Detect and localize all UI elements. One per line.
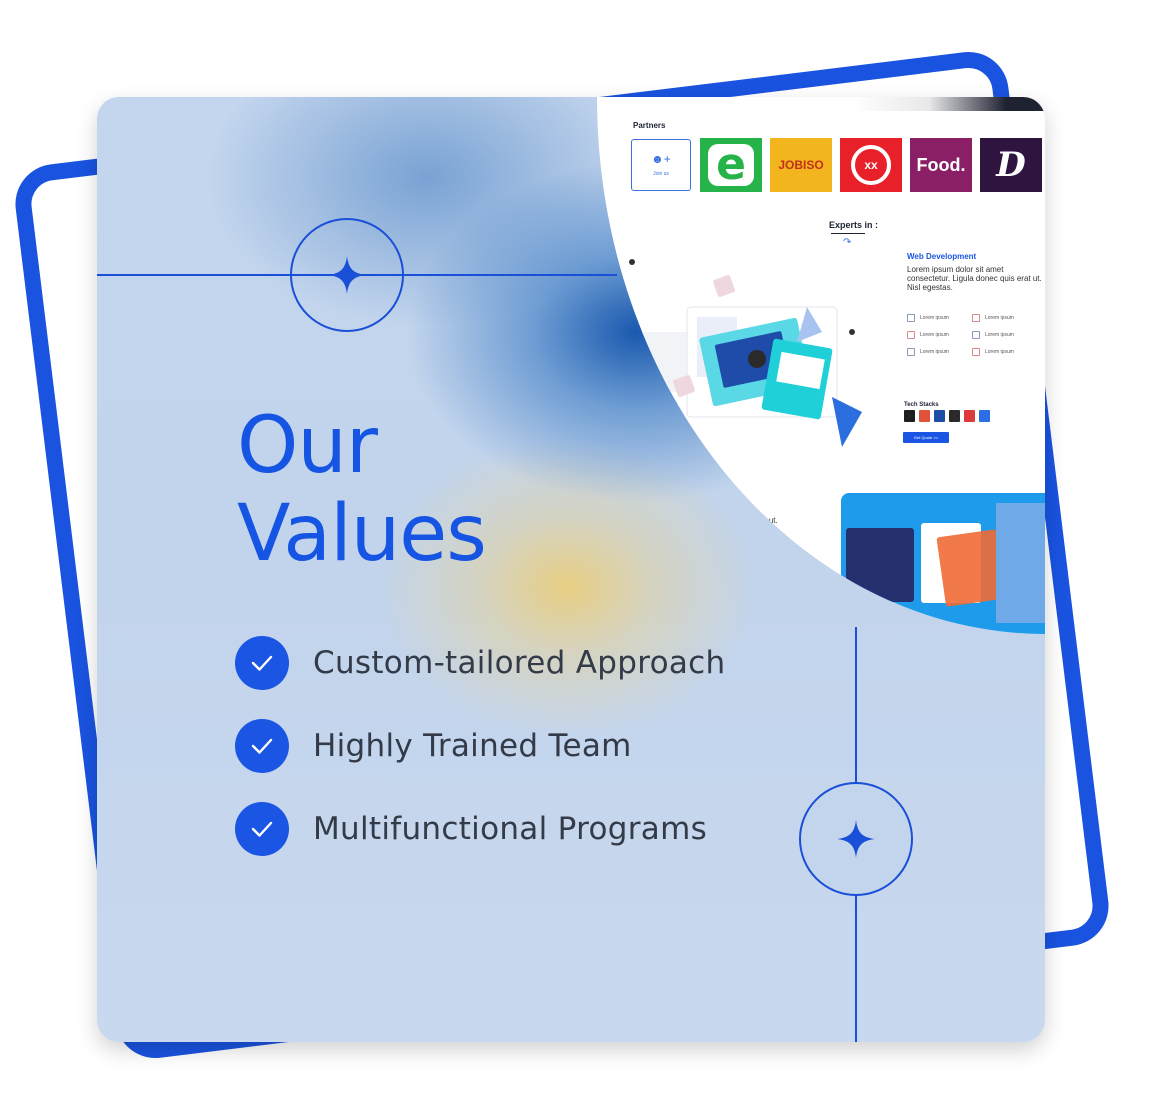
plus-icon <box>979 410 990 422</box>
tailwind-icon <box>949 410 960 422</box>
tech-stacks-label: Tech Stacks <box>904 402 939 408</box>
design-card <box>996 503 1045 623</box>
experts-label: Experts in : <box>829 220 879 230</box>
values-graphic: Partners ☻+ Join us e JOBISO xx Food. D … <box>0 0 1168 1093</box>
checkmark-icon <box>235 635 289 690</box>
list-item: Lorem ipsum <box>972 313 1037 322</box>
sparkle-star-icon <box>328 256 366 294</box>
title-line-2: Values <box>237 489 487 579</box>
web-development-illustration <box>627 259 862 447</box>
tech-stack-icons <box>904 410 994 422</box>
css-icon <box>934 410 945 422</box>
list-item: Lorem ipsum <box>722 553 787 562</box>
graphics-design-list: Lorem ipsum Lorem ipsum Lorem ipsum Lore… <box>657 549 787 600</box>
list-item: Lorem ipsum <box>972 347 1037 356</box>
add-user-icon: ☻+ <box>651 152 671 166</box>
web-development-title: Web Development <box>907 252 977 261</box>
value-item: Highly Trained Team <box>235 718 725 773</box>
values-card: Partners ☻+ Join us e JOBISO xx Food. D … <box>97 97 1045 1042</box>
angular-icon <box>964 410 975 422</box>
preview-top-strip <box>852 97 1045 111</box>
design-card <box>846 528 914 602</box>
list-item: Lorem ipsum <box>722 587 787 596</box>
value-label: Custom-tailored Approach <box>313 644 726 681</box>
list-item: Lorem ipsum <box>972 330 1037 339</box>
list-item: Lorem ipsum <box>657 587 722 596</box>
partner-logo-xx: xx <box>840 138 902 192</box>
web-development-text: Lorem ipsum dolor sit amet consectetur. … <box>907 265 1042 292</box>
partner-logo-d: D <box>980 138 1042 192</box>
graphics-design-showcase <box>841 493 1045 634</box>
get-quote-button: Get Quote >> <box>903 432 949 443</box>
join-us-label: Join us <box>653 171 669 177</box>
graphics-design-text: Lorem ipsum dolor sit amet consectetur. … <box>643 507 778 534</box>
list-item: Lorem ipsum <box>657 570 722 579</box>
experts-underline <box>831 233 865 234</box>
website-preview: Partners ☻+ Join us e JOBISO xx Food. D … <box>597 97 1045 634</box>
partner-logo-food: Food. <box>910 138 972 192</box>
join-us-card: ☻+ Join us <box>631 139 691 191</box>
graphics-design-title: Graphics Design <box>643 494 707 503</box>
title-line-1: Our <box>237 401 378 491</box>
list-item: Lorem ipsum <box>722 570 787 579</box>
web-development-list: Lorem ipsum Lorem ipsum Lorem ipsum Lore… <box>907 309 1037 360</box>
checkmark-icon <box>235 718 289 773</box>
adobe-xd-icon <box>919 410 930 422</box>
star-badge-top <box>290 218 404 332</box>
value-item: Custom-tailored Approach <box>235 635 725 690</box>
partners-label: Partners <box>633 121 666 130</box>
page-title: Our Values <box>237 401 487 579</box>
list-item: Lorem ipsum <box>657 553 722 562</box>
list-item: Lorem ipsum <box>907 347 972 356</box>
value-label: Multifunctional Programs <box>313 810 708 847</box>
star-badge-bottom <box>799 782 913 896</box>
partner-logo-e: e <box>700 138 762 192</box>
value-item: Multifunctional Programs <box>235 801 725 856</box>
list-item: Lorem ipsum <box>907 313 972 322</box>
values-list: Custom-tailored Approach Highly Trained … <box>235 635 725 884</box>
list-item: Lorem ipsum <box>907 330 972 339</box>
sparkle-star-icon <box>837 820 875 858</box>
checkmark-icon <box>235 801 289 856</box>
partner-logo-jobiso: JOBISO <box>770 138 832 192</box>
figma-icon <box>904 410 915 422</box>
value-label: Highly Trained Team <box>313 727 632 764</box>
